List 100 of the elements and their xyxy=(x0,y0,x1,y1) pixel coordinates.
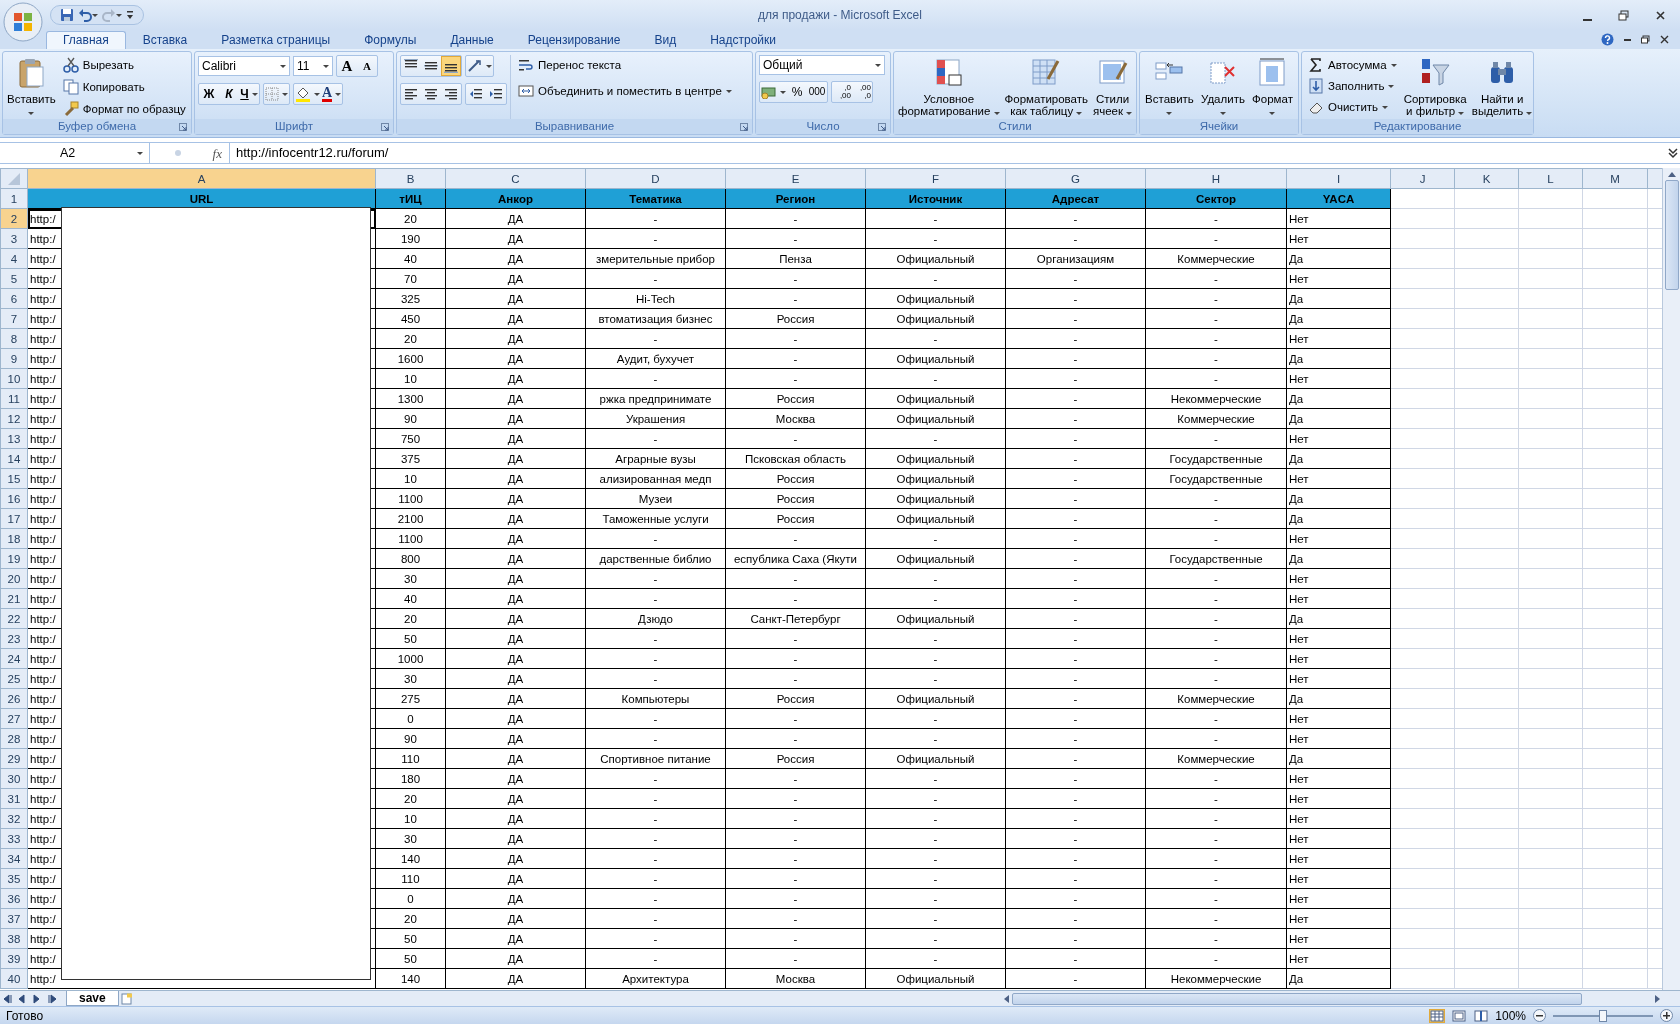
table-cell[interactable]: ДА xyxy=(445,448,586,469)
table-cell[interactable]: - xyxy=(1005,448,1146,469)
table-cell[interactable]: 50 xyxy=(375,928,446,949)
table-cell[interactable]: 30 xyxy=(375,568,446,589)
table-cell[interactable]: - xyxy=(1145,208,1287,229)
table-cell[interactable]: Нет xyxy=(1286,368,1391,389)
table-cell[interactable]: http:/ xyxy=(30,592,56,605)
table-cell[interactable]: http:/ xyxy=(30,392,56,405)
table-cell[interactable]: - xyxy=(585,648,726,669)
table-cell[interactable]: Москва xyxy=(725,408,866,429)
table-cell[interactable]: - xyxy=(585,948,726,969)
percent-button[interactable]: % xyxy=(787,82,807,102)
table-cell[interactable]: - xyxy=(585,708,726,729)
table-cell[interactable]: - xyxy=(1005,628,1146,649)
column-header[interactable]: A xyxy=(27,168,376,189)
table-cell[interactable]: - xyxy=(865,828,1006,849)
table-cell[interactable]: ДА xyxy=(445,928,586,949)
table-cell[interactable]: http:/ xyxy=(30,472,56,485)
table-cell[interactable]: Нет xyxy=(1286,948,1391,969)
table-cell[interactable]: http:/ xyxy=(30,212,56,225)
row-header[interactable]: 16 xyxy=(0,488,28,509)
bottom-align-button[interactable] xyxy=(441,56,461,76)
row-header[interactable]: 19 xyxy=(0,548,28,569)
table-cell[interactable]: Официальный xyxy=(865,388,1006,409)
table-cell[interactable]: 40 xyxy=(375,588,446,609)
row-header[interactable]: 23 xyxy=(0,628,28,649)
column-header[interactable]: F xyxy=(865,168,1006,189)
table-cell[interactable]: 30 xyxy=(375,828,446,849)
table-cell[interactable]: Да xyxy=(1286,308,1391,329)
table-cell[interactable]: Да xyxy=(1286,248,1391,269)
table-cell[interactable]: - xyxy=(585,788,726,809)
table-cell[interactable]: - xyxy=(865,588,1006,609)
column-header[interactable]: E xyxy=(725,168,866,189)
table-cell[interactable]: 750 xyxy=(375,428,446,449)
table-cell[interactable]: - xyxy=(1145,648,1287,669)
table-cell[interactable]: ализированная медп xyxy=(585,468,726,489)
table-cell[interactable]: ДА xyxy=(445,528,586,549)
table-cell[interactable]: - xyxy=(725,728,866,749)
zoom-slider-thumb[interactable] xyxy=(1599,1009,1607,1022)
table-cell[interactable]: - xyxy=(1005,828,1146,849)
row-header[interactable]: 10 xyxy=(0,368,28,389)
table-cell[interactable]: - xyxy=(1005,428,1146,449)
table-cell[interactable]: Да xyxy=(1286,508,1391,529)
table-cell[interactable]: ржка предпринимате xyxy=(585,388,726,409)
row-header[interactable]: 12 xyxy=(0,408,28,429)
table-cell[interactable]: http:/ xyxy=(30,492,56,505)
table-cell[interactable]: - xyxy=(1145,888,1287,909)
table-cell[interactable]: ДА xyxy=(445,488,586,509)
table-cell[interactable]: Официальный xyxy=(865,968,1006,989)
table-cell[interactable]: Нет xyxy=(1286,848,1391,869)
table-cell[interactable]: Коммерческие xyxy=(1145,408,1287,429)
table-cell[interactable]: - xyxy=(1145,428,1287,449)
ribbon-tab[interactable]: Данные xyxy=(433,31,511,49)
page-break-view-button[interactable] xyxy=(1473,1008,1490,1023)
table-cell[interactable]: Нет xyxy=(1286,568,1391,589)
table-cell[interactable]: Россия xyxy=(725,308,866,329)
table-cell[interactable]: ДА xyxy=(445,388,586,409)
table-cell[interactable]: Нет xyxy=(1286,208,1391,229)
table-cell[interactable]: ДА xyxy=(445,568,586,589)
expand-formula-bar-button[interactable] xyxy=(1666,146,1680,160)
format-cells-button[interactable]: Формат xyxy=(1251,55,1294,119)
table-cell[interactable]: - xyxy=(725,808,866,829)
table-cell[interactable]: ДА xyxy=(445,808,586,829)
table-cell[interactable]: Нет xyxy=(1286,588,1391,609)
table-cell[interactable]: - xyxy=(725,928,866,949)
table-cell[interactable]: Пенза xyxy=(725,248,866,269)
table-cell[interactable]: 20 xyxy=(375,788,446,809)
row-header[interactable]: 13 xyxy=(0,428,28,449)
table-cell[interactable]: - xyxy=(585,928,726,949)
table-cell[interactable]: ДА xyxy=(445,548,586,569)
table-cell[interactable]: 140 xyxy=(375,968,446,989)
table-cell[interactable]: - xyxy=(1005,928,1146,949)
table-cell[interactable]: - xyxy=(725,648,866,669)
table-cell[interactable]: 180 xyxy=(375,768,446,789)
table-cell[interactable]: Государственные xyxy=(1145,548,1287,569)
dialog-launcher-button[interactable] xyxy=(380,122,390,132)
column-header[interactable]: B xyxy=(375,168,446,189)
table-cell[interactable]: Да xyxy=(1286,388,1391,409)
table-cell[interactable]: - xyxy=(1145,608,1287,629)
table-cell[interactable]: - xyxy=(725,848,866,869)
table-cell[interactable]: Hi-Tech xyxy=(585,288,726,309)
table-cell[interactable]: ДА xyxy=(445,968,586,989)
table-cell[interactable]: - xyxy=(1005,848,1146,869)
table-cell[interactable]: Да xyxy=(1286,288,1391,309)
table-cell[interactable]: Нет xyxy=(1286,768,1391,789)
table-cell[interactable]: Государственные xyxy=(1145,468,1287,489)
table-cell[interactable]: 20 xyxy=(375,208,446,229)
sort-filter-button[interactable]: Сортировка и фильтр xyxy=(1402,55,1468,119)
table-cell[interactable]: Коммерческие xyxy=(1145,248,1287,269)
ribbon-tab[interactable]: Рецензирование xyxy=(510,31,638,49)
table-cell[interactable]: http:/ xyxy=(30,552,56,565)
row-header[interactable]: 37 xyxy=(0,908,28,929)
table-cell[interactable]: - xyxy=(585,768,726,789)
table-cell[interactable]: - xyxy=(1145,928,1287,949)
table-cell[interactable]: Россия xyxy=(725,508,866,529)
column-header[interactable]: J xyxy=(1390,168,1455,189)
table-cell[interactable]: - xyxy=(1005,348,1146,369)
table-cell[interactable]: http:/ xyxy=(30,612,56,625)
table-cell[interactable]: Официальный xyxy=(865,288,1006,309)
row-header[interactable]: 20 xyxy=(0,568,28,589)
